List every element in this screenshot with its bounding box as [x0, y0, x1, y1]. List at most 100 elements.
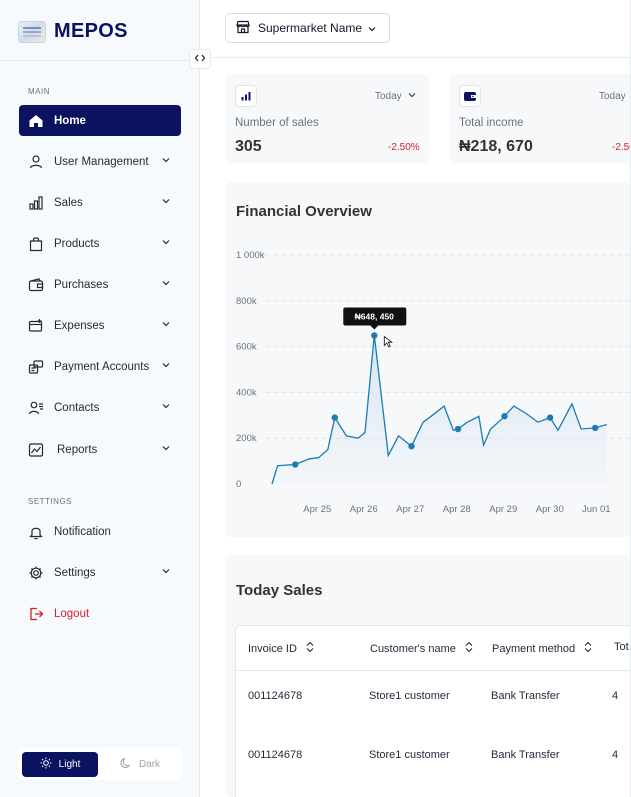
sidebar-item-label: Settings — [54, 566, 96, 579]
topbar: Supermarket Name — [200, 0, 631, 58]
data-point — [546, 414, 554, 421]
logout-icon — [28, 606, 44, 622]
collapse-sidebar-button[interactable] — [189, 49, 211, 69]
theme-light-label: Light — [58, 758, 81, 770]
brand-name: MEPOS — [54, 20, 128, 42]
column-header-label: Tot — [614, 641, 629, 653]
x-tick-label: Apr 26 — [350, 504, 378, 515]
y-tick-label: 0 — [236, 479, 241, 490]
chevron-down-icon — [161, 360, 171, 373]
column-header-label: Invoice ID — [248, 642, 297, 655]
sort-icon — [464, 641, 474, 656]
x-tick-label: Jun 01 — [582, 504, 611, 515]
sidebar-item-payment-accounts[interactable]: Payment Accounts — [19, 351, 181, 382]
data-point — [331, 414, 338, 421]
chevron-down-icon — [161, 319, 171, 332]
chevron-down-icon — [161, 278, 171, 291]
table-cell-payment: Bank Transfer — [491, 690, 560, 702]
theme-dark-label: Dark — [138, 758, 161, 770]
table-header-divider — [236, 670, 631, 671]
stat-card-income: Today Total income ₦218, 670 -2.50% — [449, 74, 631, 163]
theme-dark-button[interactable]: Dark — [102, 752, 178, 777]
data-point — [454, 425, 462, 433]
brand-logo-icon — [18, 20, 46, 43]
x-tick-label: Apr 29 — [489, 504, 517, 515]
x-tick-label: Apr 27 — [396, 504, 424, 515]
x-tick-label: Apr 28 — [443, 504, 471, 515]
theme-light-button[interactable]: Light — [22, 751, 98, 777]
sidebar-item-label: Reports — [57, 443, 98, 456]
wallet-icon — [459, 85, 481, 107]
period-dropdown[interactable]: Today — [599, 90, 631, 103]
sidebar-item-expenses[interactable]: Expenses — [19, 310, 181, 341]
y-tick-label: 800k — [236, 296, 257, 307]
sidebar-item-notification[interactable]: Notification — [19, 516, 181, 547]
store-icon — [236, 20, 250, 37]
accounts-icon — [28, 359, 44, 375]
stat-value: 305 — [235, 138, 262, 155]
chevron-down-icon — [161, 237, 171, 250]
sidebar-item-label: Notification — [54, 525, 111, 538]
table-cell-customer: Store1 customer — [369, 690, 450, 702]
column-header-total[interactable]: Tot — [614, 641, 629, 653]
sidebar-item-label: Products — [54, 237, 100, 250]
x-tick-label: Apr 30 — [536, 504, 564, 515]
store-selector[interactable]: Supermarket Name — [225, 13, 390, 43]
sidebar-item-contacts[interactable]: Contacts — [19, 392, 181, 423]
period-label: Today — [599, 91, 626, 102]
column-header-invoice-id[interactable]: Invoice ID — [248, 641, 315, 656]
column-header-customer-name[interactable]: Customer's name — [370, 641, 474, 656]
card-icon — [28, 318, 44, 334]
data-point — [501, 413, 508, 420]
financial-overview-chart[interactable]: 0 200k 400k 600k 800k 1 000k Apr 25 Apr 26 Apr 2… — [225, 182, 631, 537]
sidebar-item-purchases[interactable]: Purchases — [19, 269, 181, 300]
sidebar-item-reports[interactable]: Reports — [19, 434, 181, 465]
brand[interactable]: MEPOS — [18, 20, 128, 43]
tooltip-arrow — [370, 325, 379, 330]
sidebar-item-label: Purchases — [54, 278, 109, 291]
logout-label: Logout — [54, 607, 90, 620]
bar-chart-icon — [235, 85, 257, 107]
y-tick-label: 1 000k — [236, 250, 265, 261]
store-name: Supermarket Name — [258, 21, 363, 35]
theme-toggle: Light Dark — [18, 748, 182, 780]
section-label-main: MAIN — [28, 87, 50, 96]
data-point — [408, 443, 415, 450]
stat-card-sales: Today Number of sales 305 -2.50% — [225, 74, 429, 163]
y-tick-label: 400k — [236, 387, 257, 398]
sidebar-item-products[interactable]: Products — [19, 228, 181, 259]
table-cell-payment: Bank Transfer — [491, 749, 560, 761]
sidebar-item-label: Expenses — [54, 319, 105, 332]
data-point — [292, 461, 299, 468]
sidebar-item-sales[interactable]: Sales — [19, 187, 181, 218]
stat-value: ₦218, 670 — [459, 138, 533, 155]
stat-label: Number of sales — [235, 117, 319, 129]
code-chevrons-icon — [194, 53, 206, 66]
sidebar-item-user-management[interactable]: User Management — [19, 146, 181, 177]
shopping-bag-icon — [28, 236, 44, 252]
section-label-settings: SETTINGS — [28, 497, 73, 506]
data-point — [371, 332, 378, 339]
sidebar-item-home[interactable]: Home — [19, 105, 181, 136]
sun-icon — [40, 757, 52, 772]
logout-button[interactable]: Logout — [19, 598, 181, 629]
moon-icon — [120, 757, 132, 772]
chevron-down-icon — [161, 155, 171, 168]
table-cell-total: 4 — [612, 690, 619, 702]
sidebar-item-label: Home — [54, 114, 86, 127]
sidebar: MEPOS MAIN Home User Management Sales Pr… — [0, 0, 200, 797]
period-dropdown[interactable]: Today — [375, 90, 417, 103]
column-header-payment-method[interactable]: Payment method — [492, 641, 593, 656]
sidebar-item-label: User Management — [54, 155, 149, 168]
chevron-down-icon — [161, 443, 171, 456]
sidebar-item-label: Sales — [54, 196, 83, 209]
sort-icon — [583, 641, 593, 656]
today-sales-title: Today Sales — [236, 582, 323, 599]
chevron-down-icon — [161, 196, 171, 209]
contacts-icon — [28, 400, 44, 416]
sidebar-item-settings[interactable]: Settings — [19, 557, 181, 588]
wallet-icon — [28, 277, 44, 293]
y-tick-label: 600k — [236, 342, 257, 353]
user-icon — [28, 154, 44, 170]
stat-change: -2.50% — [388, 142, 420, 153]
